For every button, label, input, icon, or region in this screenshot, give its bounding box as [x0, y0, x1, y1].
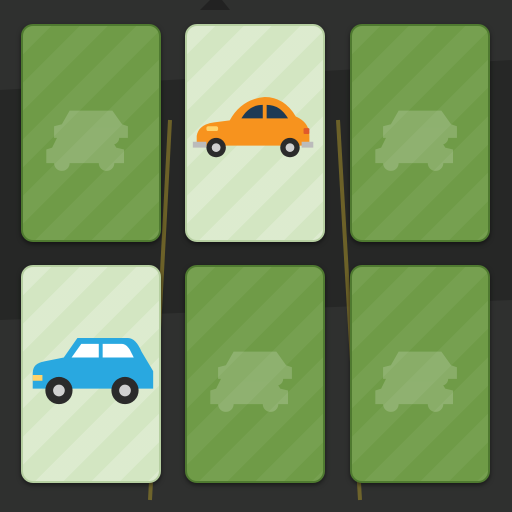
cars-icon	[375, 351, 457, 412]
cars-icon	[210, 351, 292, 412]
memory-card-3[interactable]	[350, 24, 490, 242]
cars-icon	[375, 110, 457, 171]
memory-card-6[interactable]	[350, 265, 490, 483]
cars-icon	[46, 110, 128, 171]
memory-card-2[interactable]	[185, 24, 325, 242]
orange-beetle-car-icon	[192, 97, 314, 158]
memory-card-4[interactable]	[21, 265, 161, 483]
memory-card-1[interactable]	[21, 24, 161, 242]
blue-hatchback-car-icon	[32, 338, 154, 405]
memory-card-5[interactable]	[185, 265, 325, 483]
